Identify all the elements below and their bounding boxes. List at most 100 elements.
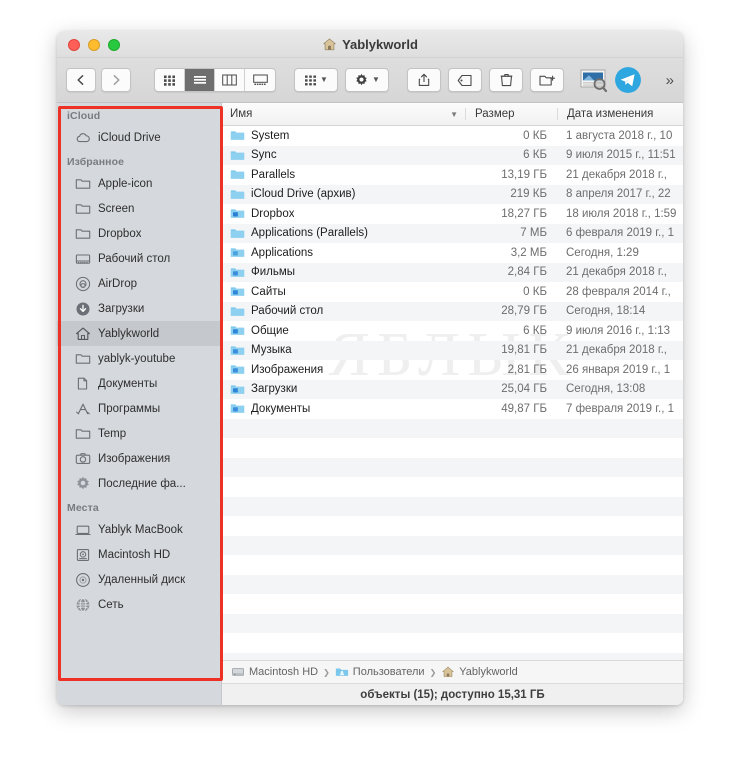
delete-button[interactable] xyxy=(489,68,523,92)
file-name-label: System xyxy=(251,129,290,142)
empty-row xyxy=(222,457,683,477)
sidebar-item-yablykworld[interactable]: Yablykworld xyxy=(57,321,221,346)
file-date-cell: 9 июля 2016 г., 1:13 xyxy=(566,324,671,337)
icon-view-button[interactable] xyxy=(155,69,185,91)
file-name-cell: Parallels xyxy=(222,167,465,182)
table-row[interactable]: Applications (Parallels) 7 МБ 6 февраля 20… xyxy=(222,223,683,243)
file-name-cell: Общие xyxy=(222,323,465,338)
sidebar-item-pictures[interactable]: Изображения xyxy=(57,446,221,471)
navigation-buttons xyxy=(66,68,131,92)
minimize-button[interactable] xyxy=(88,39,100,51)
path-item-macintosh-hd[interactable]: Macintosh HD xyxy=(231,665,318,679)
table-row[interactable]: Parallels 13,19 ГБ 21 декабря 2018 г., xyxy=(222,165,683,185)
zoom-button[interactable] xyxy=(108,39,120,51)
cloud-icon xyxy=(76,132,90,142)
folder-icon xyxy=(230,170,245,179)
file-size-cell: 2,81 ГБ xyxy=(507,363,547,376)
sidebar-item-recents[interactable]: Последние фа... xyxy=(57,471,221,496)
share-button[interactable] xyxy=(407,68,441,92)
share-icon xyxy=(418,73,430,86)
file-name-cell: Applications xyxy=(222,245,465,260)
sidebar-item-macintosh-hd[interactable]: Macintosh HD xyxy=(57,542,221,567)
window-body: iCloud iCloud Drive Избранное Apple-icon… xyxy=(57,103,683,705)
table-row[interactable]: Загрузки 25,04 ГБ Сегодня, 13:08 xyxy=(222,379,683,399)
forward-button[interactable] xyxy=(101,68,131,92)
table-row[interactable]: Общие 6 КБ 9 июля 2016 г., 1:13 xyxy=(222,321,683,341)
action-menu-button[interactable]: ▼ xyxy=(345,68,389,92)
list-view-button[interactable] xyxy=(185,69,215,91)
home-icon xyxy=(442,666,454,677)
laptop-icon xyxy=(75,525,91,535)
empty-row xyxy=(222,535,683,555)
table-row[interactable]: Фильмы 2,84 ГБ 21 декабря 2018 г., xyxy=(222,262,683,282)
file-list-pane: Имя ▼ Размер Дата изменения ЯБЛЫК System… xyxy=(222,103,683,705)
table-row[interactable]: Applications 3,2 МБ Сегодня, 1:29 xyxy=(222,243,683,263)
pictures-folder-icon xyxy=(230,365,245,374)
sidebar-section-header: Избранное xyxy=(67,156,125,168)
sidebar-item-yablyk-macbook[interactable]: Yablyk MacBook xyxy=(57,517,221,542)
sidebar-item-airdrop[interactable]: AirDrop xyxy=(57,271,221,296)
sidebar-item-documents[interactable]: Документы xyxy=(57,371,221,396)
sidebar-item-apple-icon[interactable]: Apple-icon xyxy=(57,171,221,196)
table-row[interactable]: System 0 КБ 1 августа 2018 г., 10 xyxy=(222,126,683,146)
tag-button[interactable] xyxy=(448,68,482,92)
file-name-label: Parallels xyxy=(251,168,296,181)
file-date-cell: 21 декабря 2018 г., xyxy=(566,344,668,357)
sidebar-item-screen[interactable]: Screen xyxy=(57,196,221,221)
column-view-button[interactable] xyxy=(215,69,245,91)
view-mode-switcher xyxy=(154,68,276,92)
camera-icon xyxy=(75,452,91,464)
sidebar-item-icloud-drive[interactable]: iCloud Drive xyxy=(57,125,221,150)
sidebar-item-remote-disc[interactable]: Удаленный диск xyxy=(57,567,221,592)
table-row[interactable]: Рабочий стол 28,79 ГБ Сегодня, 18:14 xyxy=(222,301,683,321)
column-header-date[interactable]: Дата изменения xyxy=(557,108,683,120)
sidebar-item-yablyk-youtube[interactable]: yablyk-youtube xyxy=(57,346,221,371)
sidebar-item-desktop[interactable]: Рабочий стол xyxy=(57,246,221,271)
file-size-cell: 18,27 ГБ xyxy=(501,207,547,220)
table-row[interactable]: Документы 49,87 ГБ 7 февраля 2019 г., 1 xyxy=(222,399,683,419)
users-folder-icon xyxy=(335,668,348,676)
path-item-yablykworld[interactable]: Yablykworld xyxy=(441,665,518,679)
file-date-cell: Сегодня, 18:14 xyxy=(566,305,646,318)
sidebar-item-network[interactable]: Сеть xyxy=(57,592,221,617)
sidebar-item-dropbox[interactable]: Dropbox xyxy=(57,221,221,246)
sidebar-item-downloads[interactable]: Загрузки xyxy=(57,296,221,321)
file-rows[interactable]: ЯБЛЫК System0 КБ1 августа 2018 г., 10 Sy… xyxy=(222,126,683,660)
file-size-cell: 25,04 ГБ xyxy=(501,383,547,396)
toolbar: ▼ ▼ » xyxy=(57,58,683,103)
file-name-cell: Sync xyxy=(222,148,465,163)
table-row[interactable]: iCloud Drive (архив) 219 КБ 8 апреля 2017 … xyxy=(222,184,683,204)
table-row[interactable]: Dropbox 18,27 ГБ 18 июля 2018 г., 1:59 xyxy=(222,204,683,224)
table-row[interactable]: Изображения 2,81 ГБ 26 января 2019 г., 1 xyxy=(222,360,683,380)
column-header-size[interactable]: Размер xyxy=(465,108,557,120)
finder-window: Yablykworld ▼ ▼ » iCloud iCloud Drive Из… xyxy=(57,31,683,705)
toolbar-overflow-button[interactable]: » xyxy=(666,72,674,89)
file-name-cell: Загрузки xyxy=(222,382,465,397)
arrange-menu-button[interactable]: ▼ xyxy=(294,68,338,92)
sidebar-item-label: Удаленный диск xyxy=(98,573,186,586)
sidebar-item-label: AirDrop xyxy=(98,277,137,290)
sidebar-item-label: Программы xyxy=(98,402,161,415)
sidebar-item-applications[interactable]: Программы xyxy=(57,396,221,421)
preview-app-button[interactable] xyxy=(580,67,608,93)
sidebar-item-temp[interactable]: Temp xyxy=(57,421,221,446)
column-header-name[interactable]: Имя ▼ xyxy=(222,108,465,120)
table-row[interactable]: Музыка 19,81 ГБ 21 декабря 2018 г., xyxy=(222,340,683,360)
file-name-label: Applications (Parallels) xyxy=(251,227,368,240)
empty-row xyxy=(222,438,683,458)
new-folder-button[interactable] xyxy=(530,68,564,92)
folder-icon xyxy=(75,178,91,189)
close-button[interactable] xyxy=(68,39,80,51)
sidebar: iCloud iCloud Drive Избранное Apple-icon… xyxy=(57,103,222,705)
gallery-view-button[interactable] xyxy=(245,69,275,91)
harddisk-icon xyxy=(76,548,90,561)
folder-icon xyxy=(75,428,91,439)
telegram-button[interactable] xyxy=(615,67,641,93)
file-size-cell: 2,84 ГБ xyxy=(507,266,547,279)
back-button[interactable] xyxy=(66,68,96,92)
table-row[interactable]: Sync 6 КБ 9 июля 2015 г., 11:51 xyxy=(222,145,683,165)
folder-icon xyxy=(75,353,91,364)
sidebar-item-label: Temp xyxy=(98,427,127,440)
path-item-users[interactable]: Пользователи xyxy=(335,665,425,679)
table-row[interactable]: Сайты 0 КБ 28 февраля 2014 г., xyxy=(222,282,683,302)
